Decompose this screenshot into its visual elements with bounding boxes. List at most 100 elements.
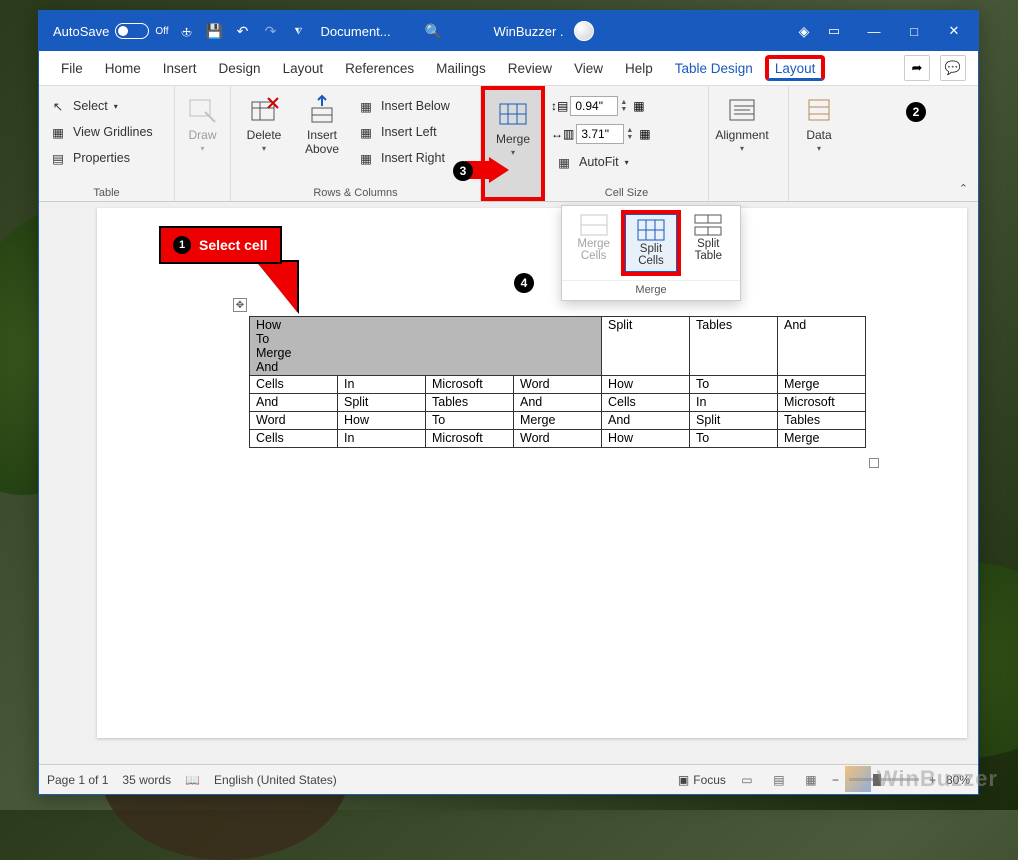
table-cell[interactable]: Cells [250, 430, 338, 448]
document-area[interactable]: 1 Select cell ✥ How To Merge And Split T… [39, 202, 978, 764]
ribbon-display-icon[interactable]: ▭ [814, 11, 854, 51]
document-table[interactable]: How To Merge And Split Tables And CellsI… [249, 316, 866, 448]
user-avatar-icon[interactable] [574, 21, 594, 41]
split-cells-item[interactable]: Split Cells [625, 214, 676, 272]
tab-insert[interactable]: Insert [153, 55, 207, 82]
spinner-icon[interactable]: ▲▼ [626, 127, 633, 141]
properties-button[interactable]: ▤ Properties [45, 146, 157, 170]
table-cell[interactable]: Split [338, 394, 426, 412]
width-field[interactable] [576, 124, 624, 144]
distribute-rows-icon[interactable]: ▦ [633, 99, 644, 113]
table-cell[interactable]: Split [602, 317, 690, 376]
undo-icon[interactable]: ↶ [233, 21, 253, 41]
table-cell[interactable]: And [514, 394, 602, 412]
save-icon[interactable]: 💾 [205, 21, 225, 41]
insert-right-icon: ▦ [357, 149, 375, 167]
table-cell[interactable]: How [602, 430, 690, 448]
table-cell[interactable]: To [426, 412, 514, 430]
distribute-cols-icon[interactable]: ▦ [639, 127, 650, 141]
focus-mode-button[interactable]: ▣Focus [678, 773, 726, 787]
word-count[interactable]: 35 words [122, 773, 171, 787]
table-cell[interactable]: How [602, 376, 690, 394]
data-button[interactable]: Data ▾ [795, 90, 843, 157]
table-cell[interactable]: Split [690, 412, 778, 430]
table-cell[interactable]: And [250, 394, 338, 412]
tab-table-layout[interactable]: Layout [765, 55, 826, 81]
table-cell[interactable]: Word [514, 430, 602, 448]
table-cell[interactable]: And [602, 412, 690, 430]
insert-right-button[interactable]: ▦ Insert Right [353, 146, 454, 170]
merge-cells-item: Merge Cells [566, 210, 621, 276]
collapse-ribbon-icon[interactable]: ⌃ [959, 182, 968, 195]
table-cell[interactable]: Merge [778, 430, 866, 448]
search-icon[interactable]: 🔍 [423, 21, 443, 41]
tab-layout[interactable]: Layout [273, 55, 334, 82]
tab-references[interactable]: References [335, 55, 424, 82]
strikethrough-icon[interactable]: 🕁 [177, 21, 197, 41]
table-move-handle-icon[interactable]: ✥ [233, 298, 247, 312]
web-layout-icon[interactable]: ▦ [800, 771, 822, 789]
autofit-button[interactable]: ▦ AutoFit ▾ [551, 150, 651, 174]
alignment-button[interactable]: Alignment ▾ [715, 90, 769, 157]
table-cell[interactable]: And [778, 317, 866, 376]
tab-table-design[interactable]: Table Design [665, 55, 763, 82]
table-resize-handle-icon[interactable] [869, 458, 879, 468]
table-cell[interactable]: Cells [250, 376, 338, 394]
table-cell[interactable]: Cells [602, 394, 690, 412]
language-status[interactable]: English (United States) [214, 773, 337, 787]
tab-mailings[interactable]: Mailings [426, 55, 496, 82]
read-mode-icon[interactable]: ▭ [736, 771, 758, 789]
focus-icon: ▣ [678, 773, 689, 787]
spellcheck-icon[interactable]: 📖 [185, 773, 200, 787]
delete-button[interactable]: Delete ▾ [237, 90, 291, 157]
table-cell[interactable]: To [690, 430, 778, 448]
tab-review[interactable]: Review [498, 55, 562, 82]
table-cell[interactable]: Tables [778, 412, 866, 430]
merge-dropdown: Merge Cells Split Cells Split Table Merg… [561, 205, 741, 301]
gridlines-icon: ▦ [49, 123, 67, 141]
table-cell[interactable]: How [338, 412, 426, 430]
minimize-button[interactable]: — [854, 11, 894, 51]
table-cell[interactable]: Merge [514, 412, 602, 430]
qat-dropdown-icon[interactable]: ⧨ [289, 21, 309, 41]
insert-below-button[interactable]: ▦ Insert Below [353, 94, 454, 118]
autosave-toggle[interactable]: AutoSave Off [53, 23, 169, 39]
row-height-input[interactable]: ↕▤ ▲▼ ▦ [551, 94, 651, 118]
insert-left-button[interactable]: ▦ Insert Left [353, 120, 454, 144]
table-cell[interactable]: Microsoft [426, 376, 514, 394]
table-cell[interactable]: Merge [778, 376, 866, 394]
table-cell[interactable]: Tables [426, 394, 514, 412]
height-field[interactable] [570, 96, 618, 116]
select-button[interactable]: ↖ Select ▾ [45, 94, 157, 118]
split-table-item[interactable]: Split Table [681, 210, 736, 276]
table-cell[interactable]: In [338, 430, 426, 448]
close-button[interactable]: ✕ [934, 11, 974, 51]
tab-view[interactable]: View [564, 55, 613, 82]
print-layout-icon[interactable]: ▤ [768, 771, 790, 789]
redo-icon[interactable]: ↷ [261, 21, 281, 41]
merged-cell[interactable]: How To Merge And [250, 317, 602, 376]
share-icon[interactable]: ➦ [904, 55, 930, 81]
page-status[interactable]: Page 1 of 1 [47, 773, 108, 787]
spinner-icon[interactable]: ▲▼ [620, 99, 627, 113]
table-cell[interactable]: Word [514, 376, 602, 394]
table-cell[interactable]: In [690, 394, 778, 412]
table-cell[interactable]: Tables [690, 317, 778, 376]
merge-button[interactable]: Merge ▾ [486, 90, 540, 161]
diamond-icon[interactable]: ◈ [794, 21, 814, 41]
tab-file[interactable]: File [51, 55, 93, 82]
table-cell[interactable]: Word [250, 412, 338, 430]
table-cell[interactable]: Microsoft [426, 430, 514, 448]
tab-home[interactable]: Home [95, 55, 151, 82]
comments-icon[interactable]: 💬 [940, 55, 966, 81]
table-cell[interactable]: To [690, 376, 778, 394]
tab-design[interactable]: Design [209, 55, 271, 82]
col-width-input[interactable]: ↔▥ ▲▼ ▦ [551, 122, 651, 146]
table-cell[interactable]: Microsoft [778, 394, 866, 412]
view-gridlines-button[interactable]: ▦ View Gridlines [45, 120, 157, 144]
tab-help[interactable]: Help [615, 55, 663, 82]
maximize-button[interactable]: □ [894, 11, 934, 51]
zoom-out-button[interactable]: − [832, 773, 839, 787]
table-cell[interactable]: In [338, 376, 426, 394]
insert-above-button[interactable]: Insert Above [295, 90, 349, 160]
